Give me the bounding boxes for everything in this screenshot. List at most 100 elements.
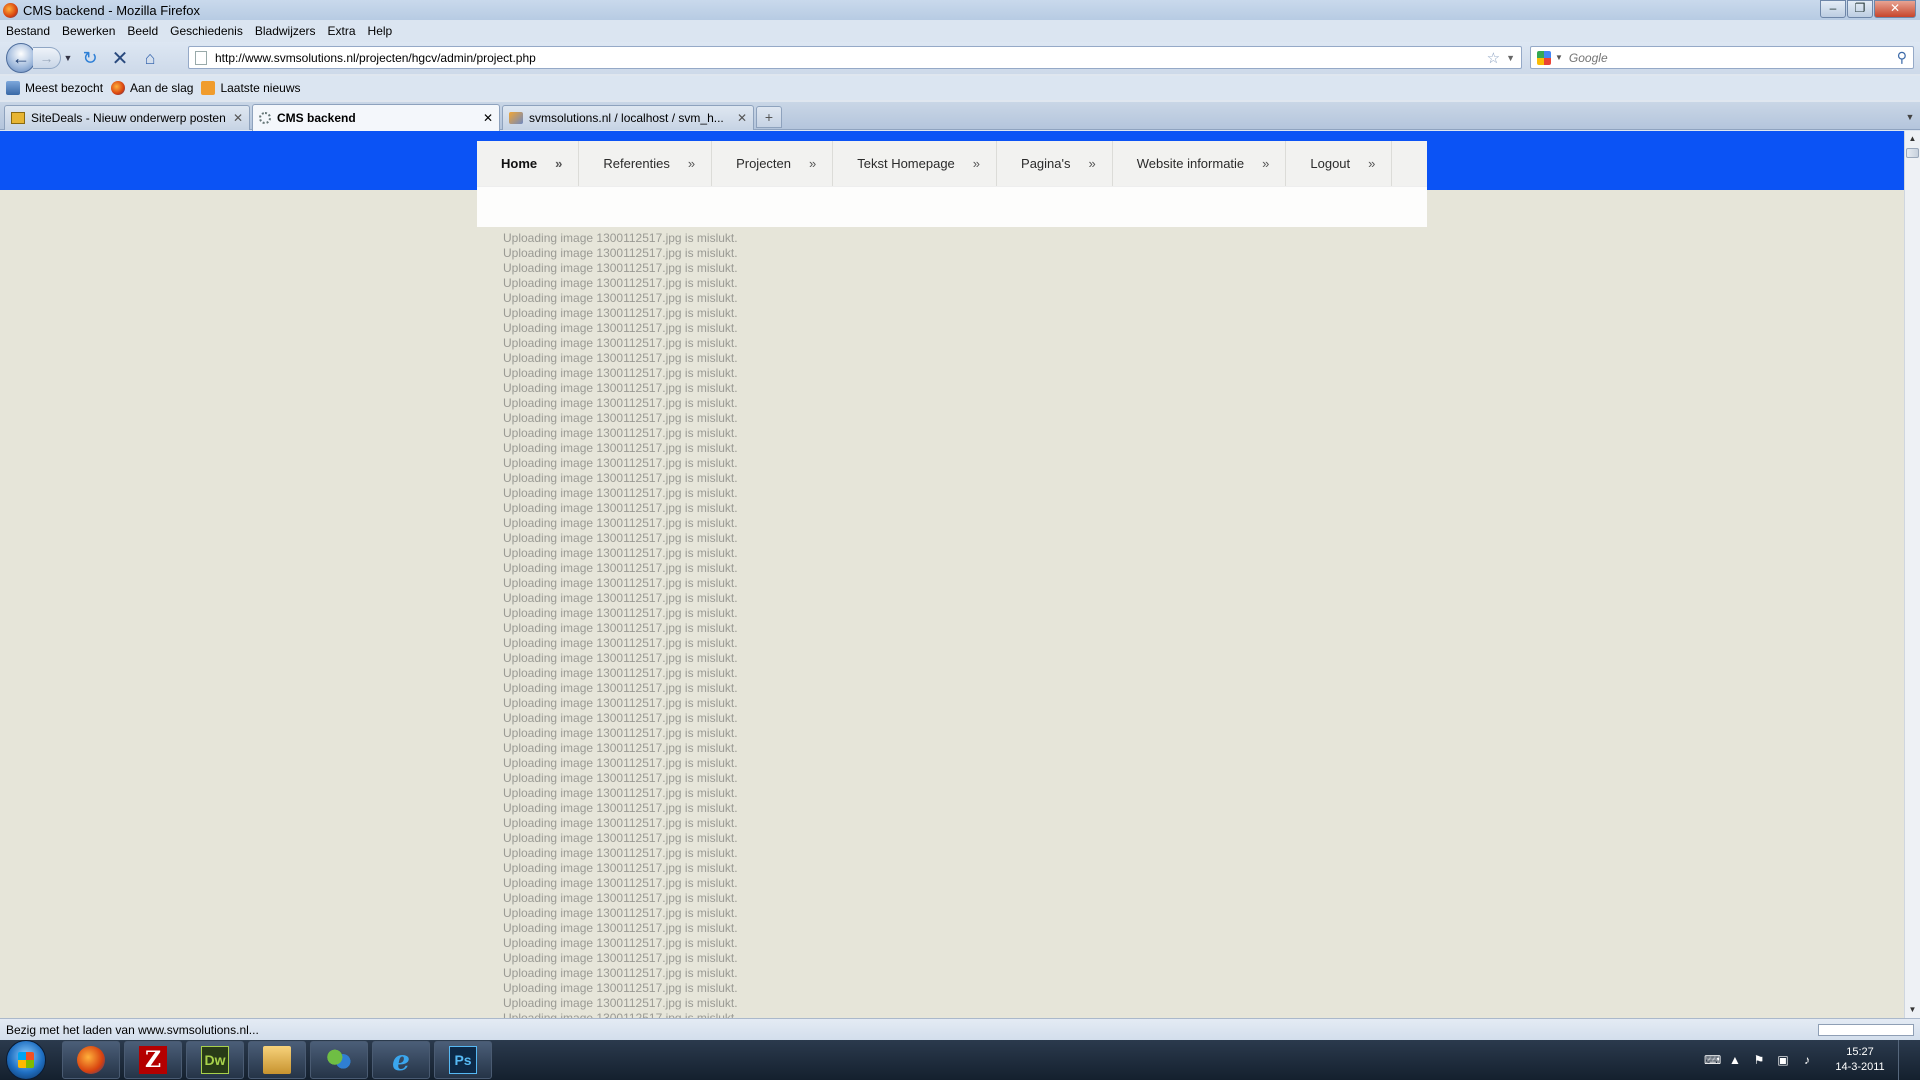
- start-button[interactable]: [6, 1040, 46, 1080]
- windows-logo-icon: [18, 1052, 34, 1068]
- error-message: Uploading image 1300112517.jpg is misluk…: [503, 846, 738, 860]
- menu-geschiedenis[interactable]: Geschiedenis: [170, 24, 243, 38]
- maximize-button[interactable]: ❐: [1847, 0, 1873, 18]
- error-message: Uploading image 1300112517.jpg is misluk…: [503, 231, 738, 245]
- home-icon: ⌂: [144, 47, 156, 68]
- forward-arrow-icon: →: [39, 50, 54, 66]
- tab-phpmyadmin[interactable]: svmsolutions.nl / localhost / svm_h... ✕: [502, 105, 754, 130]
- bookmark-star-icon[interactable]: ☆: [1487, 49, 1500, 67]
- taskbar-firefox[interactable]: [62, 1041, 120, 1079]
- taskbar-photoshop[interactable]: Ps: [434, 1041, 492, 1079]
- tab-cms-backend[interactable]: CMS backend ✕: [252, 104, 500, 131]
- bookmark-laatste-nieuws[interactable]: Laatste nieuws: [201, 81, 301, 95]
- bookmark-aan-de-slag[interactable]: Aan de slag: [111, 81, 193, 95]
- error-message: Uploading image 1300112517.jpg is misluk…: [503, 921, 738, 935]
- nav-tekst-homepage[interactable]: Tekst Homepage»: [833, 141, 998, 186]
- history-dropdown-button[interactable]: ▼: [61, 53, 75, 63]
- error-message: Uploading image 1300112517.jpg is misluk…: [503, 426, 738, 440]
- minimize-button[interactable]: –: [1820, 0, 1846, 18]
- error-message: Uploading image 1300112517.jpg is misluk…: [503, 741, 738, 755]
- network-icon[interactable]: ▣: [1776, 1053, 1790, 1067]
- back-arrow-icon: ←: [12, 47, 30, 68]
- window-title: CMS backend - Mozilla Firefox: [23, 2, 200, 18]
- taskbar-explorer[interactable]: [248, 1041, 306, 1079]
- close-tab-icon[interactable]: ✕: [233, 111, 243, 125]
- keyboard-icon[interactable]: ⌨: [1704, 1053, 1721, 1067]
- error-message: Uploading image 1300112517.jpg is misluk…: [503, 336, 738, 350]
- search-icon[interactable]: ⚲: [1897, 49, 1907, 66]
- forward-button[interactable]: →: [33, 47, 61, 69]
- action-center-flag-icon[interactable]: ⚑: [1752, 1053, 1766, 1067]
- tab-sitedeals[interactable]: SiteDeals - Nieuw onderwerp posten ✕: [4, 105, 250, 130]
- rss-icon: [201, 81, 216, 95]
- menu-help[interactable]: Help: [368, 24, 393, 38]
- photoshop-icon: Ps: [449, 1046, 477, 1074]
- taskbar-internet-explorer[interactable]: e: [372, 1041, 430, 1079]
- error-message: Uploading image 1300112517.jpg is misluk…: [503, 261, 738, 275]
- windows-taskbar: Z Dw e Ps ⌨ ▲ ⚑ ▣ ♪ 15:27 14-3-2011: [0, 1040, 1920, 1080]
- scrollbar-thumb[interactable]: [1906, 148, 1919, 158]
- nav-projecten[interactable]: Projecten»: [712, 141, 834, 186]
- nav-separator: »: [1368, 156, 1376, 171]
- nav-referenties[interactable]: Referenties»: [579, 141, 713, 186]
- close-tab-icon[interactable]: ✕: [737, 111, 747, 125]
- error-message: Uploading image 1300112517.jpg is misluk…: [503, 381, 738, 395]
- error-message: Uploading image 1300112517.jpg is misluk…: [503, 771, 738, 785]
- taskbar-messenger[interactable]: [310, 1041, 368, 1079]
- clock[interactable]: 15:27 14-3-2011: [1830, 1045, 1890, 1075]
- google-icon[interactable]: [1537, 50, 1551, 65]
- show-hidden-icons-icon[interactable]: ▲: [1728, 1053, 1742, 1067]
- error-message: Uploading image 1300112517.jpg is misluk…: [503, 726, 738, 740]
- search-engine-dropdown-icon[interactable]: ▼: [1555, 53, 1563, 62]
- menu-bestand[interactable]: Bestand: [6, 24, 50, 38]
- error-message: Uploading image 1300112517.jpg is misluk…: [503, 576, 738, 590]
- error-message-list: Uploading image 1300112517.jpg is misluk…: [503, 231, 1103, 1018]
- firefox-logo-icon: [3, 2, 18, 18]
- new-tab-button[interactable]: +: [756, 106, 782, 128]
- url-bar[interactable]: http://www.svmsolutions.nl/projecten/hgc…: [188, 46, 1522, 69]
- nav-logout[interactable]: Logout»: [1286, 141, 1393, 186]
- error-message: Uploading image 1300112517.jpg is misluk…: [503, 801, 738, 815]
- taskbar-filezilla[interactable]: Z: [124, 1041, 182, 1079]
- taskbar-dreamweaver[interactable]: Dw: [186, 1041, 244, 1079]
- folder-icon: [263, 1046, 291, 1074]
- search-bar[interactable]: ▼ ⚲: [1530, 46, 1914, 69]
- reload-button[interactable]: ↻: [75, 45, 105, 71]
- menu-bewerken[interactable]: Bewerken: [62, 24, 115, 38]
- error-message: Uploading image 1300112517.jpg is misluk…: [503, 531, 738, 545]
- window-titlebar: CMS backend - Mozilla Firefox – ❐ ✕: [0, 0, 1920, 20]
- cms-nav-menu: Home» Referenties» Projecten» Tekst Home…: [477, 141, 1427, 187]
- internet-explorer-icon: e: [392, 1043, 410, 1077]
- nav-home[interactable]: Home»: [477, 141, 580, 186]
- scroll-down-button[interactable]: ▼: [1905, 1002, 1920, 1018]
- status-text: Bezig met het laden van www.svmsolutions…: [6, 1022, 259, 1037]
- error-message: Uploading image 1300112517.jpg is misluk…: [503, 621, 738, 635]
- menu-bladwijzers[interactable]: Bladwijzers: [255, 24, 316, 38]
- volume-icon[interactable]: ♪: [1800, 1053, 1814, 1067]
- show-desktop-button[interactable]: [1898, 1040, 1910, 1080]
- url-dropdown-icon[interactable]: ▼: [1506, 53, 1515, 63]
- vertical-scrollbar[interactable]: ▲ ▼: [1904, 131, 1920, 1018]
- nav-paginas[interactable]: Pagina's»: [997, 141, 1113, 186]
- error-message: Uploading image 1300112517.jpg is misluk…: [503, 276, 738, 290]
- back-button[interactable]: ←: [6, 43, 36, 73]
- menu-bar: Bestand Bewerken Beeld Geschiedenis Blad…: [0, 20, 1920, 42]
- error-message: Uploading image 1300112517.jpg is misluk…: [503, 756, 738, 770]
- url-text[interactable]: http://www.svmsolutions.nl/projecten/hgc…: [215, 51, 1487, 65]
- close-window-button[interactable]: ✕: [1874, 0, 1916, 18]
- menu-beeld[interactable]: Beeld: [127, 24, 158, 38]
- nav-separator: »: [555, 156, 563, 171]
- firefox-icon: [111, 81, 126, 95]
- nav-website-informatie[interactable]: Website informatie»: [1113, 141, 1287, 186]
- home-button[interactable]: ⌂: [135, 45, 165, 71]
- scroll-up-button[interactable]: ▲: [1905, 131, 1920, 147]
- navigation-toolbar: ← → ▼ ↻ ✕ ⌂ http://www.svmsolutions.nl/p…: [0, 42, 1920, 74]
- list-all-tabs-button[interactable]: ▼: [1902, 107, 1918, 127]
- error-message: Uploading image 1300112517.jpg is misluk…: [503, 546, 738, 560]
- close-tab-icon[interactable]: ✕: [483, 111, 493, 125]
- stop-button[interactable]: ✕: [105, 45, 135, 71]
- bookmark-meest-bezocht[interactable]: Meest bezocht: [6, 81, 103, 95]
- menu-extra[interactable]: Extra: [328, 24, 356, 38]
- search-input[interactable]: [1568, 50, 1897, 65]
- error-message: Uploading image 1300112517.jpg is misluk…: [503, 696, 738, 710]
